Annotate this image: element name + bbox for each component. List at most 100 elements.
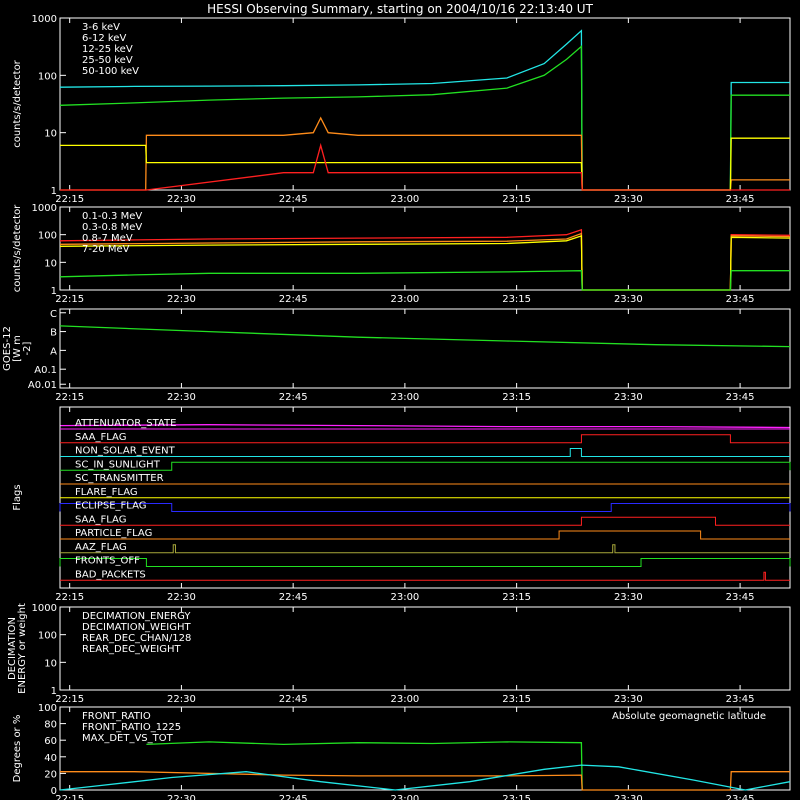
y-tick-label: 40 <box>44 753 57 764</box>
flag-line <box>60 544 790 554</box>
flag-line <box>59 558 791 567</box>
series-line <box>59 29 790 191</box>
y-tick-label: 1000 <box>32 14 57 25</box>
panel1-frame <box>59 17 791 191</box>
panel3-frame <box>59 308 791 389</box>
y-tick-label: 1 <box>51 186 57 197</box>
series-line <box>59 235 791 291</box>
y-axis-label: Degrees or % <box>12 715 23 783</box>
x-tick-label: 22:45 <box>279 592 308 603</box>
flag-label: NON_SOLAR_EVENT <box>75 446 176 457</box>
x-tick-label: 22:15 <box>55 694 84 705</box>
y-tick-label: 100 <box>38 703 57 714</box>
legend-entry: 0.3-0.8 MeV <box>82 222 142 233</box>
flag-label: SC_IN_SUNLIGHT <box>75 459 161 470</box>
y-tick-label: 100 <box>38 631 57 642</box>
hessi-summary-figure: HESSI Observing Summary, starting on 200… <box>0 0 800 800</box>
panel2-frame <box>59 206 791 291</box>
x-tick-label: 22:45 <box>279 794 308 800</box>
x-tick-label: 23:30 <box>614 294 643 305</box>
x-tick-label: 23:15 <box>502 392 531 403</box>
y-tick-label: 1000 <box>32 603 57 614</box>
panel1: 22:15 22:30 22:45 23:00 23:15 23:30 23:45 1 10 10… <box>12 14 791 205</box>
legend-entry: 6-12 keV <box>82 33 126 44</box>
legend-entry: 3-6 keV <box>82 22 120 33</box>
x-tick-label: 22:15 <box>55 794 84 800</box>
flag-label: SC_TRANSMITTER <box>75 473 164 484</box>
x-tick-label: 22:45 <box>279 194 308 205</box>
series-line <box>59 764 791 791</box>
annotation: Absolute geomagnetic latitude <box>612 711 766 722</box>
x-tick-label: 23:30 <box>614 694 643 705</box>
x-tick-label: 23:00 <box>390 392 419 403</box>
y-axis-label: Flags <box>12 484 23 510</box>
series-line <box>146 741 583 791</box>
x-tick-label: 22:45 <box>279 294 308 305</box>
x-tick-label: 23:30 <box>614 194 643 205</box>
y-tick-label: A0.01 <box>28 380 57 391</box>
y-tick-label: 0 <box>51 786 57 797</box>
y-axis-label: counts/s/detector <box>12 59 23 147</box>
y-axis-label: ENERGY or weight <box>17 603 28 694</box>
legend-entry: FRONT_RATIO <box>82 711 151 722</box>
y-tick-label: 10 <box>44 258 57 269</box>
figure-canvas: HESSI Observing Summary, starting on 200… <box>2 2 791 800</box>
x-tick-label: 22:30 <box>167 592 196 603</box>
series-line <box>60 137 790 191</box>
panel5: 22:15 22:30 22:45 23:00 23:15 23:30 23:45 1 10 10… <box>7 603 791 705</box>
panel6: 22:15 22:30 22:45 23:00 23:15 23:30 23:45 0 20 40… <box>12 703 791 800</box>
flag-label: FLARE_FLAG <box>75 487 138 498</box>
x-tick-label: 23:45 <box>726 392 755 403</box>
series-line <box>59 232 791 291</box>
flag-line <box>60 571 790 581</box>
y-tick-label: 20 <box>44 769 57 780</box>
flag-label: PARTICLE_FLAG <box>75 528 152 539</box>
x-tick-label: 23:30 <box>614 592 643 603</box>
y-tick-label: 1 <box>51 686 57 697</box>
x-tick-label: 23:15 <box>502 794 531 800</box>
x-tick-label: 23:45 <box>726 294 755 305</box>
y-tick-label: 80 <box>44 720 57 731</box>
x-tick-label: 22:45 <box>279 694 308 705</box>
y-axis-label: counts/s/detector <box>12 204 23 292</box>
series-line <box>59 270 790 291</box>
x-tick-label: 23:45 <box>726 592 755 603</box>
x-tick-label: 23:00 <box>390 294 419 305</box>
y-tick-label: B <box>50 328 57 339</box>
y-tick-label: 1000 <box>32 203 57 214</box>
x-tick-label: 22:15 <box>55 392 84 403</box>
x-tick-label: 23:45 <box>726 194 755 205</box>
x-tick-label: 22:15 <box>55 294 84 305</box>
flag-label: SAA_FLAG <box>75 514 126 525</box>
y-tick-label: A <box>50 346 57 357</box>
legend-entry: 0.1-0.3 MeV <box>82 211 142 222</box>
x-tick-label: 23:15 <box>502 592 531 603</box>
x-tick-label: 23:45 <box>726 794 755 800</box>
series-line <box>59 228 791 291</box>
x-tick-label: 23:15 <box>502 694 531 705</box>
y-tick-label: 1 <box>51 286 57 297</box>
y-axis-label: -2] <box>22 341 33 355</box>
series-line <box>60 116 790 191</box>
flag-label: SAA_FLAG <box>75 432 126 443</box>
x-tick-label: 22:30 <box>167 794 196 800</box>
y-tick-label: 60 <box>44 736 57 747</box>
x-tick-label: 23:15 <box>502 294 531 305</box>
panel2: 22:15 22:30 22:45 23:00 23:15 23:30 23:45 1 10 10… <box>12 203 791 305</box>
x-tick-label: 22:30 <box>167 694 196 705</box>
flag-line <box>60 530 790 540</box>
flag-label: ATTENUATOR_STATE <box>75 418 176 429</box>
y-tick-label: C <box>50 309 57 320</box>
legend-entry: FRONT_RATIO_1225 <box>82 722 181 733</box>
flag-label: ECLIPSE_FLAG <box>75 501 146 512</box>
legend-entry: 25-50 keV <box>82 55 133 66</box>
x-tick-label: 22:30 <box>167 194 196 205</box>
legend-entry: REAR_DEC_CHAN/128 <box>82 633 191 644</box>
x-tick-label: 22:15 <box>55 194 84 205</box>
flag-line <box>60 516 790 526</box>
x-tick-label: 23:00 <box>390 694 419 705</box>
x-tick-label: 23:30 <box>614 794 643 800</box>
x-tick-label: 23:15 <box>502 194 531 205</box>
x-tick-label: 23:45 <box>726 694 755 705</box>
legend-entry: 50-100 keV <box>82 66 139 77</box>
